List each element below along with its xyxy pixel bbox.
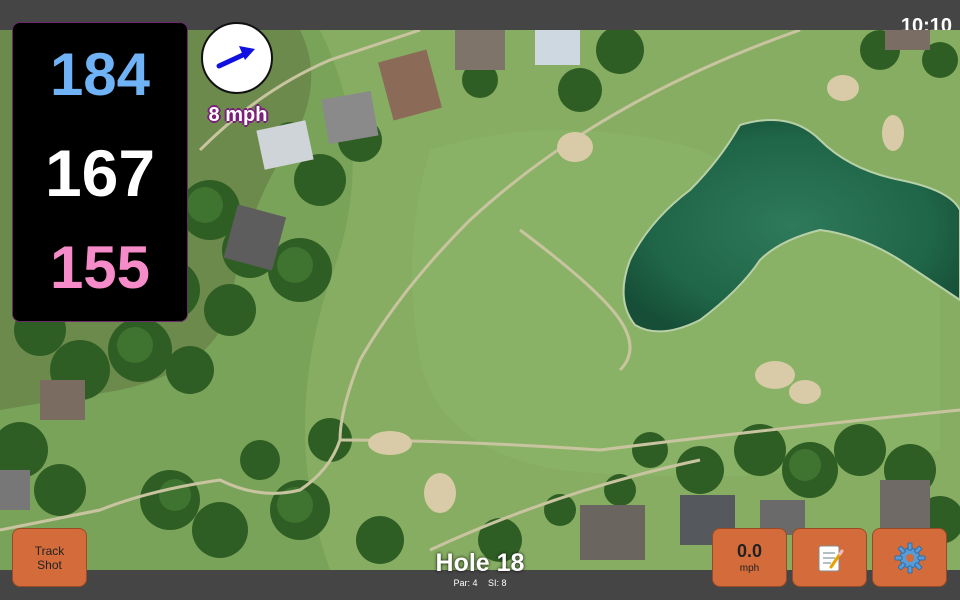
par-text: Par: 4 <box>453 578 478 588</box>
hole-title: Hole 18 <box>435 549 525 577</box>
speed-unit: mph <box>739 562 760 574</box>
distance-panel: 184 167 155 <box>12 22 188 322</box>
speed-button[interactable]: 0.0 mph <box>712 528 787 587</box>
middle-distance: 167 <box>44 136 156 210</box>
track-shot-button[interactable]: Track Shot <box>12 528 87 587</box>
track-shot-label-line2: Shot <box>37 557 62 572</box>
wind-indicator <box>201 22 273 94</box>
notes-button[interactable] <box>792 528 867 587</box>
gear-icon <box>894 542 925 573</box>
stroke-index-text: SI: 8 <box>488 578 507 588</box>
wind-arrow-icon <box>216 46 255 69</box>
track-shot-label-line1: Track <box>34 543 65 558</box>
wind-speed: 8 mph <box>208 104 268 126</box>
hole-info: Par: 4 SI: 8 <box>380 578 580 588</box>
back-distance: 184 <box>49 41 151 108</box>
notepad-icon <box>818 545 843 571</box>
speed-value: 0.0 <box>736 540 763 561</box>
front-distance: 155 <box>49 234 151 301</box>
settings-button[interactable] <box>872 528 947 587</box>
